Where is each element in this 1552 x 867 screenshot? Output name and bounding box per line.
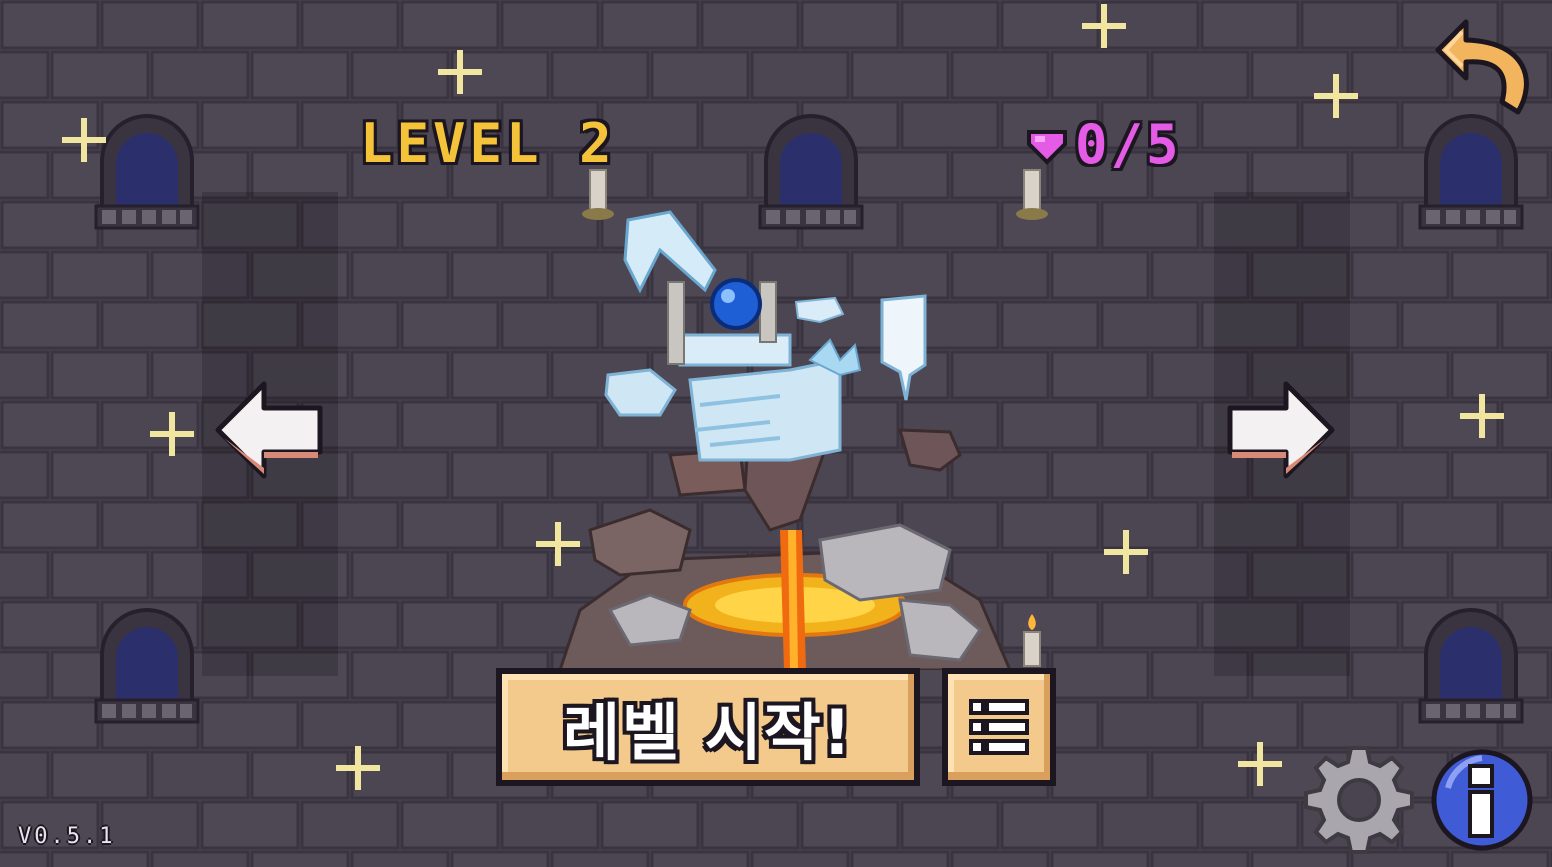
undo-arrow-icon[interactable] (1432, 16, 1536, 120)
sparkle-icon (336, 746, 380, 790)
right-arrow-icon[interactable] (1226, 378, 1336, 488)
sparkle-icon (1314, 74, 1358, 118)
version-label: V0.5.1 (18, 824, 116, 849)
info-icon[interactable] (1430, 748, 1534, 852)
gem-icon (1027, 130, 1067, 165)
gear-icon[interactable] (1304, 744, 1414, 854)
level-title: LEVEL 2 (360, 112, 616, 175)
sparkle-icon (150, 412, 194, 456)
gem-counter: 0/5 (1025, 112, 1182, 176)
sparkle-icon (62, 118, 106, 162)
sparkle-icon (1238, 742, 1282, 786)
castle-window (94, 608, 200, 724)
castle-window (94, 114, 200, 230)
gem-count: 0/5 (1075, 112, 1182, 176)
castle-window (1418, 114, 1524, 230)
sparkle-icon (1460, 394, 1504, 438)
sparkle-icon (1082, 4, 1126, 48)
castle-window (1418, 608, 1524, 724)
level-preview (558, 210, 1012, 670)
sparkle-icon (438, 50, 482, 94)
start-level-label: 레벨 시작! (562, 696, 854, 769)
left-arrow-icon[interactable] (214, 378, 324, 488)
list-icon (969, 699, 1029, 755)
sparkle-icon (1104, 530, 1148, 574)
start-level-button[interactable]: 레벨 시작! (496, 668, 920, 786)
level-list-button[interactable] (942, 668, 1056, 786)
